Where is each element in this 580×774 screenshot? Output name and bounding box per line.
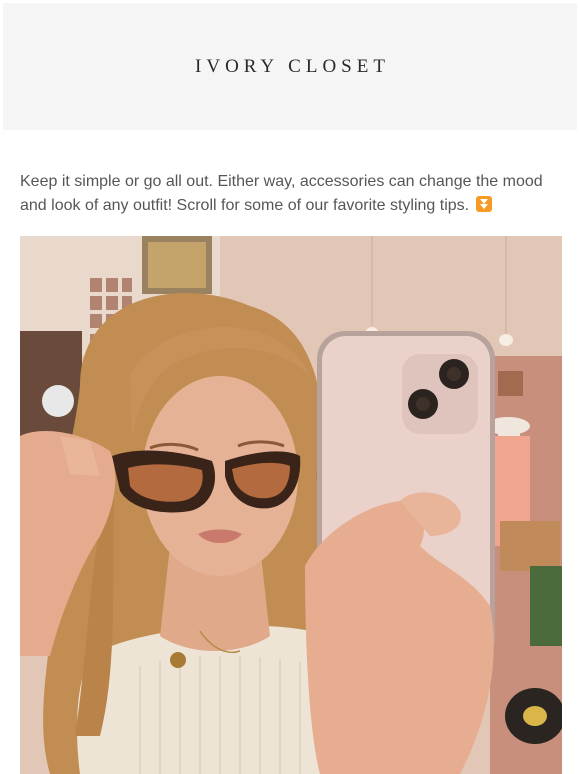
double-down-arrow-icon bbox=[475, 196, 492, 212]
intro-text: Keep it simple or go all out. Either way… bbox=[20, 173, 543, 214]
brand-logo[interactable]: IVORY CLOSET bbox=[190, 56, 390, 78]
hero-photo[interactable] bbox=[20, 236, 562, 774]
selfie-illustration bbox=[20, 236, 562, 774]
intro-paragraph: Keep it simple or go all out. Either way… bbox=[20, 170, 565, 218]
email-header: IVORY CLOSET bbox=[3, 3, 577, 130]
